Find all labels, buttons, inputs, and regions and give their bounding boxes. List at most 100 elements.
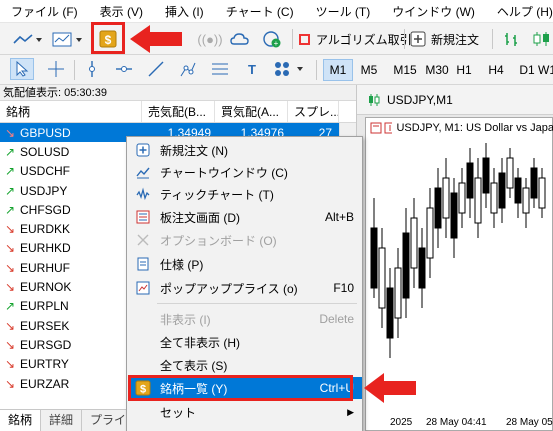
horizontal-line-tool[interactable] bbox=[112, 58, 136, 80]
context-menu-shortcut: Alt+B bbox=[324, 210, 354, 224]
timeframe-m15[interactable]: M15 bbox=[388, 59, 422, 81]
stop-icon bbox=[299, 33, 310, 45]
candle-body bbox=[490, 182, 498, 214]
profiles-icon bbox=[52, 32, 82, 47]
arrow-up-icon: ↗ bbox=[4, 183, 16, 198]
cursor-icon bbox=[16, 61, 29, 77]
context-menu-item[interactable]: ティックチャート (T) bbox=[128, 183, 362, 205]
text-tool-icon[interactable]: T bbox=[240, 58, 264, 80]
new-order-button[interactable]: 新規注文 bbox=[410, 28, 479, 50]
column-ask[interactable]: 買気配(A... bbox=[215, 101, 288, 122]
drawing-toolbar: T M1 M5 M15 M30 H1 H4 D1 W1 bbox=[0, 55, 553, 85]
standard-toolbar: $ ((●)) + アルゴリズム取引 新規注文 bbox=[0, 22, 553, 55]
arrow-down-icon: ↘ bbox=[4, 318, 16, 333]
x-label: 28 May 05: bbox=[506, 417, 553, 428]
context-menu-item[interactable]: 板注文画面 (D) Alt+B bbox=[128, 206, 362, 228]
context-menu-item[interactable]: 非表示 (I) Delete bbox=[128, 308, 362, 330]
context-menu-item[interactable]: ソート▶ bbox=[128, 425, 362, 431]
menu-window[interactable]: ウインドウ (W) bbox=[381, 3, 486, 20]
candle-body bbox=[410, 217, 418, 269]
timeframe-w1[interactable]: W1 bbox=[538, 59, 553, 81]
arrow-up-icon: ↗ bbox=[4, 202, 16, 217]
channel-icon bbox=[180, 62, 196, 77]
bar-chart-button[interactable] bbox=[500, 28, 524, 50]
symbol-name: EURNOK bbox=[20, 280, 72, 295]
fibonacci-tool[interactable] bbox=[208, 58, 232, 80]
context-menu-item[interactable]: オプションボード (O) bbox=[128, 229, 362, 251]
new-order-label: 新規注文 bbox=[431, 32, 480, 47]
context-menu-item[interactable]: ポップアッププライス (o) F10 bbox=[128, 277, 362, 299]
symbol-name: EURPLN bbox=[20, 299, 69, 314]
new-order-icon bbox=[410, 31, 426, 47]
shapes-dropdown[interactable] bbox=[270, 58, 310, 80]
cursor-tool[interactable] bbox=[10, 58, 34, 80]
candle-body bbox=[538, 177, 546, 209]
market-watch-header: 銘柄 売気配(B... 買気配(A... スプレ... bbox=[0, 101, 356, 123]
context-menu-item[interactable]: 全て非表示 (H) bbox=[128, 331, 362, 353]
menu-file[interactable]: ファイル (F) bbox=[0, 3, 89, 20]
symbol-name: USDCHF bbox=[20, 164, 70, 179]
specification-icon bbox=[131, 257, 155, 271]
column-symbol[interactable]: 銘柄 bbox=[0, 101, 142, 122]
column-bid[interactable]: 売気配(B... bbox=[142, 101, 215, 122]
candle-body bbox=[426, 207, 434, 259]
chart-window-icon bbox=[131, 165, 155, 179]
add-market-icon[interactable]: + bbox=[260, 28, 284, 50]
menu-chart[interactable]: チャート (C) bbox=[215, 3, 305, 20]
candlestick-icon bbox=[369, 93, 380, 106]
chart-tab[interactable]: USDJPY,M1 bbox=[357, 85, 553, 115]
signal-icon[interactable]: ((●)) bbox=[197, 28, 222, 50]
context-menu-shortcut: F10 bbox=[333, 281, 354, 295]
crosshair-tool[interactable] bbox=[44, 58, 68, 80]
symbol-name: EURTRY bbox=[20, 357, 69, 372]
option-board-icon bbox=[131, 233, 155, 247]
menu-help[interactable]: ヘルプ (H) bbox=[486, 3, 553, 20]
context-menu-item[interactable]: 仕様 (P) bbox=[128, 253, 362, 275]
context-menu-item[interactable]: 全て表示 (S) bbox=[128, 354, 362, 376]
timeframe-m1[interactable]: M1 bbox=[323, 59, 353, 81]
popup-prices-icon bbox=[131, 281, 155, 295]
toolbar-separator bbox=[74, 60, 75, 80]
horizontal-line-icon bbox=[116, 66, 132, 72]
candlestick-button[interactable] bbox=[530, 28, 552, 50]
timeframe-m5[interactable]: M5 bbox=[354, 59, 384, 81]
menu-insert[interactable]: 挿入 (I) bbox=[154, 3, 215, 20]
candle-body bbox=[474, 177, 482, 224]
candle-body bbox=[370, 227, 378, 289]
algo-trading-button[interactable]: アルゴリズム取引 bbox=[299, 28, 412, 50]
candle-body bbox=[530, 167, 538, 199]
chart-title: USDJPY, M1: US Dollar vs Japa bbox=[396, 122, 553, 134]
arrow-down-icon: ↘ bbox=[4, 280, 16, 295]
menu-tools[interactable]: ツール (T) bbox=[305, 3, 382, 20]
timeframe-h4[interactable]: H4 bbox=[481, 59, 511, 81]
timeframe-h1[interactable]: H1 bbox=[449, 59, 479, 81]
shapes-icon bbox=[275, 62, 303, 76]
column-spread[interactable]: スプレ... bbox=[288, 101, 339, 122]
trend-line-tool[interactable] bbox=[144, 58, 168, 80]
menu-view[interactable]: 表示 (V) bbox=[89, 3, 154, 20]
tab-details[interactable]: 詳細 bbox=[41, 410, 83, 431]
tab-symbols[interactable]: 銘柄 bbox=[0, 410, 42, 431]
candle-body bbox=[386, 287, 394, 339]
context-menu-label: 板注文画面 (D) bbox=[160, 210, 240, 225]
toolbar-separator bbox=[492, 29, 493, 49]
context-menu-shortcut: Delete bbox=[319, 312, 354, 326]
symbol-name: EURSGD bbox=[20, 337, 72, 352]
cloud-icon[interactable] bbox=[228, 28, 252, 50]
candle-body bbox=[394, 267, 402, 319]
arrow-down-icon: ↘ bbox=[4, 260, 16, 275]
context-menu-label: 全て非表示 (H) bbox=[160, 335, 240, 350]
context-menu-item[interactable]: セット ▶ bbox=[128, 401, 362, 423]
context-menu-item[interactable]: 新規注文 (N) bbox=[128, 139, 362, 161]
arrow-up-icon: ↗ bbox=[4, 299, 16, 314]
vertical-line-tool[interactable] bbox=[80, 58, 104, 80]
chart-type-dropdown[interactable] bbox=[10, 28, 44, 50]
channel-tool[interactable] bbox=[176, 58, 200, 80]
candle-body bbox=[458, 182, 466, 214]
profiles-dropdown[interactable] bbox=[50, 28, 84, 50]
arrow-down-icon: ↘ bbox=[4, 125, 16, 140]
symbol-name: EURHUF bbox=[20, 260, 70, 275]
price-chart bbox=[370, 143, 546, 358]
context-menu-item[interactable]: チャートウインドウ (C) bbox=[128, 161, 362, 183]
candlestick-icon bbox=[533, 32, 549, 46]
